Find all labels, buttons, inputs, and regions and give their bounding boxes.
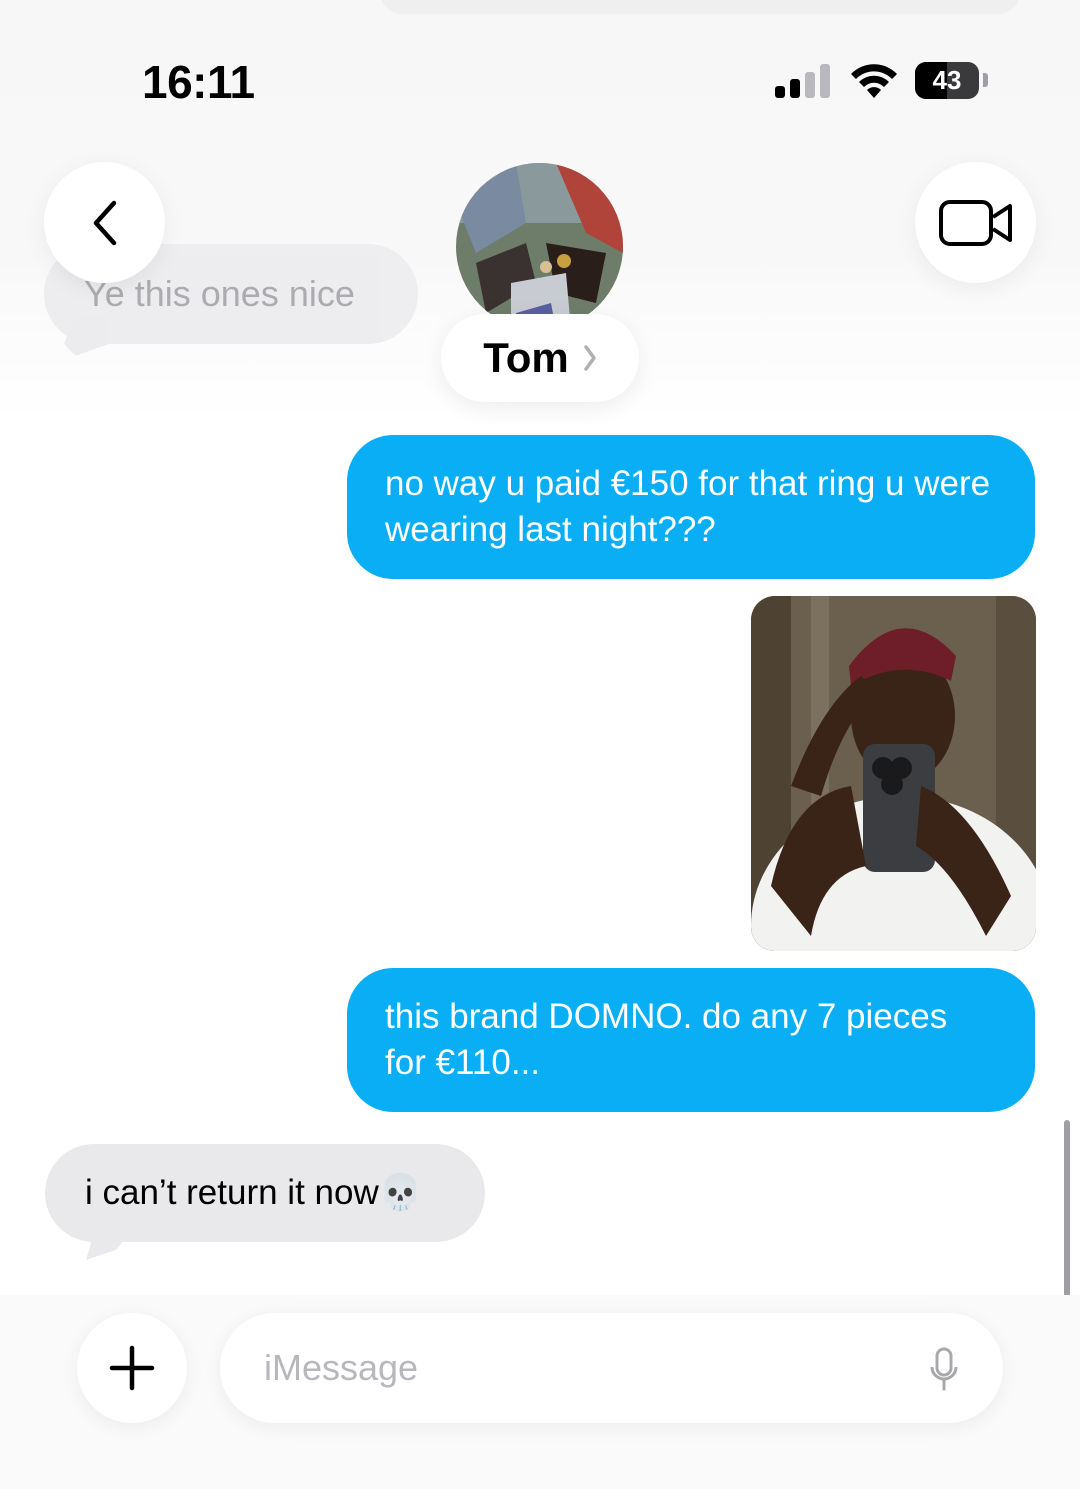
- battery-cap: [983, 73, 988, 87]
- scrollbar[interactable]: [1064, 1120, 1070, 1300]
- back-button[interactable]: [44, 162, 165, 283]
- chevron-right-icon: [584, 345, 596, 371]
- received-message-bubble[interactable]: i can’t return it now💀: [45, 1144, 485, 1242]
- wifi-icon: [851, 64, 897, 98]
- plus-icon: [109, 1345, 155, 1391]
- message-text: no way u paid €150 for that ring u were …: [385, 464, 991, 549]
- video-camera-icon: [938, 199, 1012, 246]
- message-text: this brand DOMNO. do any 7 pieces for €1…: [385, 997, 948, 1082]
- chevron-left-icon: [93, 200, 116, 245]
- message-input-container[interactable]: [220, 1313, 1003, 1423]
- sent-message-bubble[interactable]: no way u paid €150 for that ring u were …: [347, 435, 1035, 579]
- microphone-icon[interactable]: [929, 1347, 959, 1391]
- battery-percentage: 43: [932, 65, 962, 95]
- add-attachment-button[interactable]: [77, 1313, 187, 1423]
- message-input[interactable]: [264, 1347, 884, 1389]
- photo-image: [751, 596, 1036, 951]
- contact-name: Tom: [483, 334, 569, 381]
- avatar-photo: [456, 163, 623, 330]
- facetime-video-button[interactable]: [915, 162, 1036, 283]
- messages-screen: 16:11 43 Ye this ones nice Tom no way u …: [0, 0, 1080, 1489]
- previous-message-edge: [380, 0, 1020, 14]
- sent-message-bubble[interactable]: this brand DOMNO. do any 7 pieces for €1…: [347, 968, 1035, 1112]
- message-text: i can’t return it now💀: [85, 1173, 423, 1212]
- status-time: 16:11: [142, 56, 255, 108]
- battery-indicator: 43: [915, 62, 979, 99]
- contact-avatar[interactable]: [456, 163, 623, 330]
- cellular-signal-icon: [775, 64, 831, 98]
- sent-image-message[interactable]: [751, 596, 1036, 951]
- contact-name-button[interactable]: Tom: [441, 314, 639, 402]
